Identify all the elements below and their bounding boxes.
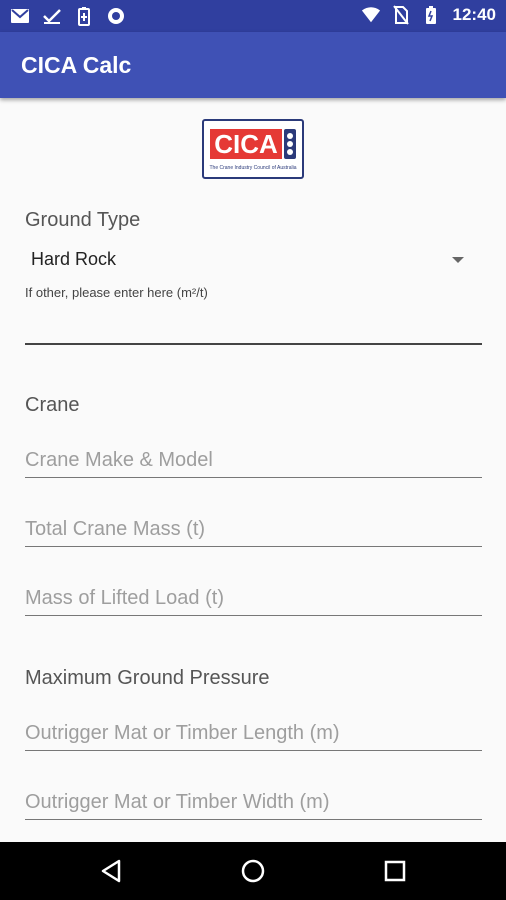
navigation-bar — [0, 842, 506, 900]
battery-icon — [421, 5, 441, 25]
status-bar-notifications — [10, 6, 126, 26]
crane-make-model-input[interactable] — [25, 443, 482, 478]
no-sim-icon — [391, 5, 411, 25]
dropdown-arrow-icon[interactable] — [452, 257, 464, 263]
app-bar: CICA Calc — [0, 32, 506, 98]
recents-icon[interactable] — [380, 856, 410, 886]
lifted-load-mass-input[interactable] — [25, 581, 482, 616]
other-ground-hint: If other, please enter here (m²/t) — [25, 285, 208, 300]
home-icon[interactable] — [238, 856, 268, 886]
gmail-icon — [10, 6, 30, 26]
other-ground-input[interactable] — [25, 309, 482, 345]
status-bar: 12:40 — [0, 0, 506, 32]
mat-length-input[interactable] — [25, 716, 482, 751]
logo-emblem — [284, 129, 296, 159]
record-icon — [106, 6, 126, 26]
ground-type-selected: Hard Rock — [31, 249, 117, 269]
max-ground-pressure-label: Maximum Ground Pressure — [25, 667, 270, 689]
logo-subtitle: The Crane Industry Council of Australia — [209, 165, 297, 171]
battery-saver-icon — [74, 6, 94, 26]
clock: 12:40 — [452, 5, 496, 24]
ground-type-label: Ground Type — [25, 209, 141, 231]
cica-logo: CICA The Crane Industry Council of Austr… — [202, 119, 304, 179]
check-icon — [42, 6, 62, 26]
total-crane-mass-input[interactable] — [25, 512, 482, 547]
app-title: CICA Calc — [21, 52, 132, 78]
wifi-icon — [361, 5, 381, 25]
mat-width-input[interactable] — [25, 785, 482, 820]
status-bar-system: 12:40 — [361, 5, 496, 25]
logo-wordmark: CICA — [210, 129, 282, 159]
crane-label: Crane — [25, 394, 80, 416]
back-icon[interactable] — [96, 856, 126, 886]
